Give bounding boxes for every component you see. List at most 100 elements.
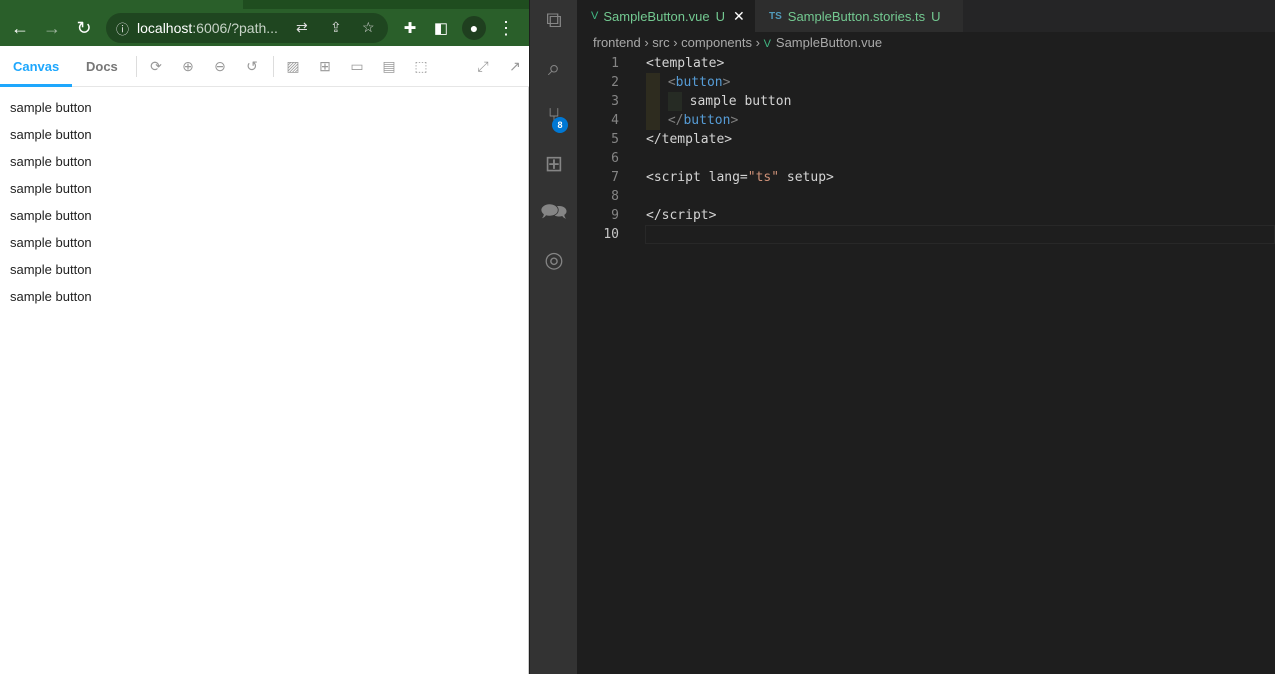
line-number: 4: [611, 113, 619, 128]
line-number: 5: [611, 132, 619, 147]
code-content: [645, 225, 1275, 244]
code-line[interactable]: 6: [577, 149, 1275, 168]
measure-icon[interactable]: ▤: [381, 58, 397, 74]
code-token: <: [667, 75, 676, 90]
scm-badge: 8: [552, 117, 568, 133]
line-number: 9: [611, 208, 619, 223]
divider: [136, 56, 137, 77]
sample-button[interactable]: sample button: [10, 260, 92, 287]
sample-button[interactable]: sample button: [10, 179, 92, 206]
background-icon[interactable]: ▨: [285, 58, 301, 74]
code-content: <template>: [646, 54, 724, 73]
code-token: sample button: [689, 94, 792, 109]
code-token: </: [667, 113, 684, 128]
zoom-reset-icon[interactable]: ↺: [244, 58, 260, 74]
url-rest: :6006/?path...: [192, 20, 278, 36]
code-line[interactable]: 4 </button>: [577, 111, 1275, 130]
sample-button[interactable]: sample button: [10, 125, 92, 152]
line-number: 6: [611, 151, 619, 166]
code-token: "ts": [747, 170, 780, 185]
explorer-icon[interactable]: ⧉: [540, 6, 568, 34]
sample-button[interactable]: sample button: [10, 206, 92, 233]
git-graph-icon[interactable]: ◎: [540, 246, 568, 274]
code-content: <button>: [646, 73, 730, 92]
line-number: 2: [611, 75, 619, 90]
code-token: setup>: [779, 170, 834, 185]
code-line[interactable]: 9 </script>: [577, 206, 1275, 225]
side-panel-icon[interactable]: ◧: [429, 16, 453, 40]
profile-avatar-icon[interactable]: ●: [462, 16, 486, 40]
divider: [273, 56, 274, 77]
code-line[interactable]: 10: [577, 225, 1275, 244]
code-line[interactable]: 3 sample button: [577, 92, 1275, 111]
indent-guide: [646, 92, 660, 111]
forward-icon[interactable]: →: [40, 16, 64, 40]
grid-icon[interactable]: ⊞: [317, 58, 333, 74]
activity-bar: ⧉ ⌕ ⑂ 8 ⊞ 🗪 ◎: [530, 0, 577, 674]
tab-docs[interactable]: Docs: [73, 46, 131, 87]
code-token: button: [675, 75, 723, 90]
info-icon[interactable]: ⓘ: [116, 19, 129, 38]
outline-icon[interactable]: ⬚: [413, 58, 429, 74]
breadcrumb-item[interactable]: frontend: [593, 35, 641, 50]
vue-icon: V: [763, 38, 771, 50]
chevron-right-icon: ›: [640, 35, 653, 50]
extensions-icon[interactable]: ⊞: [540, 150, 568, 178]
browser-window: ← → ↻ ⓘ localhost:6006/?path... ⇄ ⇪ ☆ ✚ …: [0, 0, 529, 674]
line-number: 1: [611, 56, 619, 71]
line-number: 3: [611, 94, 619, 109]
tab-samplebutton-vue[interactable]: V SampleButton.vue U ✕: [577, 0, 755, 32]
vue-icon: V: [591, 10, 599, 22]
code-token: >: [730, 113, 739, 128]
tab-label: SampleButton.vue: [603, 8, 710, 24]
indent-guide: [646, 73, 660, 92]
indent-guide: [667, 92, 682, 111]
code-token: </template>: [646, 132, 733, 147]
editor-tabs: V SampleButton.vue U ✕ TS SampleButton.s…: [577, 0, 1275, 32]
reload-icon[interactable]: ↻: [72, 16, 96, 40]
tab-samplebutton-stories-ts[interactable]: TS SampleButton.stories.ts U: [755, 0, 963, 32]
code-line[interactable]: 5 </template>: [577, 130, 1275, 149]
code-editor[interactable]: 1 <template> 2 <button> 3 sample button 4 </…: [577, 54, 1275, 244]
story-canvas: sample button sample button sample button s…: [10, 98, 92, 314]
translate-icon[interactable]: 🗪: [540, 198, 568, 226]
breadcrumb-item[interactable]: components: [681, 35, 752, 50]
code-content: sample button: [646, 92, 791, 111]
untracked-badge: U: [931, 8, 941, 24]
code-line[interactable]: 8: [577, 187, 1275, 206]
browser-tab[interactable]: [0, 0, 243, 9]
star-icon[interactable]: ☆: [362, 19, 375, 36]
address-bar[interactable]: ⓘ localhost:6006/?path... ⇄ ⇪ ☆: [106, 13, 388, 43]
code-token: <template>: [646, 56, 725, 71]
fullscreen-icon[interactable]: ⤢: [475, 58, 491, 74]
breadcrumb: frontend › src › components › V SampleBut…: [593, 35, 882, 50]
zoom-in-icon[interactable]: ⊕: [180, 58, 196, 74]
chevron-right-icon: ›: [752, 35, 764, 50]
untracked-badge: U: [715, 8, 725, 24]
back-icon[interactable]: ←: [8, 16, 32, 40]
sample-button[interactable]: sample button: [10, 152, 92, 179]
search-icon[interactable]: ⌕: [540, 54, 568, 82]
tab-canvas[interactable]: Canvas: [0, 46, 73, 87]
code-line[interactable]: 1 <template>: [577, 54, 1275, 73]
extensions-icon[interactable]: ✚: [398, 16, 422, 40]
close-icon[interactable]: ✕: [733, 8, 745, 25]
viewport-icon[interactable]: ▭: [349, 58, 365, 74]
indent-guide: [646, 111, 660, 130]
chevron-right-icon: ›: [669, 35, 682, 50]
code-line[interactable]: 2 <button>: [577, 73, 1275, 92]
remount-icon[interactable]: ⟳: [148, 58, 164, 74]
share-icon[interactable]: ⇪: [330, 19, 342, 36]
breadcrumb-item[interactable]: SampleButton.vue: [776, 35, 882, 50]
zoom-out-icon[interactable]: ⊖: [212, 58, 228, 74]
sample-button[interactable]: sample button: [10, 287, 92, 314]
menu-icon[interactable]: ⋮: [494, 16, 518, 40]
storybook-toolbar: Canvas Docs ⟳ ⊕ ⊖ ↺ ▨ ⊞ ▭ ▤ ⬚ ⤢ ↗: [0, 46, 529, 87]
open-new-tab-icon[interactable]: ↗: [507, 58, 523, 74]
sample-button[interactable]: sample button: [10, 98, 92, 125]
breadcrumb-item[interactable]: src: [652, 35, 669, 50]
code-token: >: [722, 75, 731, 90]
translate-icon[interactable]: ⇄: [296, 19, 308, 36]
sample-button[interactable]: sample button: [10, 233, 92, 260]
code-line[interactable]: 7 <script lang="ts" setup>: [577, 168, 1275, 187]
